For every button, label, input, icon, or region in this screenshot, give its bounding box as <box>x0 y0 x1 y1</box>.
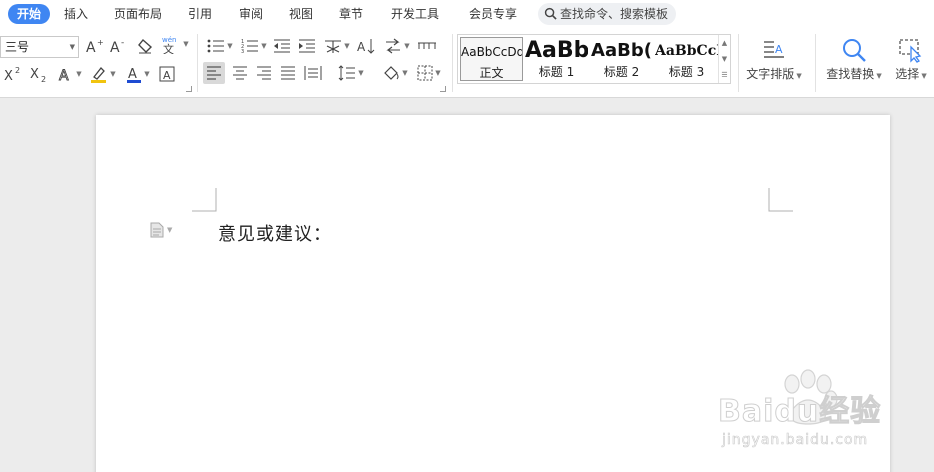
svg-text:X: X <box>30 67 39 82</box>
tab-stops-icon[interactable] <box>416 36 438 56</box>
style-name: 正文 <box>479 66 504 80</box>
paragraph-dialog-launcher[interactable] <box>440 86 446 92</box>
increase-indent-icon[interactable] <box>297 36 317 56</box>
svg-text:A: A <box>128 67 137 82</box>
svg-text:2: 2 <box>41 75 46 83</box>
style-normal[interactable]: AaBbCcDd 正文 <box>460 37 523 81</box>
style-name: 标题 2 <box>603 65 640 79</box>
shading-icon[interactable]: ▼ <box>380 63 410 83</box>
text-layout-button[interactable]: A 文字排版 ▼ <box>742 34 806 90</box>
distribute-icon[interactable] <box>303 63 323 83</box>
ribbon-separator <box>197 34 198 92</box>
command-search-label: 查找命令、搜索模板 <box>560 7 669 21</box>
bullet-list-icon[interactable]: ▼ <box>206 36 234 56</box>
select-button[interactable]: 选择 ▼ <box>890 34 932 90</box>
style-heading-2[interactable]: AaBb( 标题 2 <box>590 37 653 81</box>
chevron-down-icon[interactable]: ▼ <box>719 51 730 67</box>
gallery-scrollbar[interactable]: ▲ ▼ ☰ <box>718 35 730 83</box>
align-center-icon[interactable] <box>230 63 250 83</box>
select-label: 选择 <box>895 67 920 81</box>
text-effect-icon[interactable]: A ▼ <box>56 64 84 84</box>
font-dialog-launcher[interactable] <box>186 86 192 92</box>
style-sample: AaBb <box>525 38 588 63</box>
command-search[interactable]: 查找命令、搜索模板 <box>538 3 676 25</box>
char-border-icon[interactable]: A <box>158 64 176 84</box>
tab-member[interactable]: 会员专享 <box>463 4 523 24</box>
style-name: 标题 1 <box>538 65 575 79</box>
svg-text:A: A <box>59 68 69 82</box>
svg-text:文: 文 <box>163 42 174 54</box>
borders-icon[interactable]: ▼ <box>414 63 444 83</box>
chinese-layout-icon[interactable]: ▼ <box>322 36 352 56</box>
style-heading-1[interactable]: AaBb 标题 1 <box>525 37 588 81</box>
tab-chapter[interactable]: 章节 <box>333 4 369 24</box>
chevron-down-icon: ▼ <box>69 43 75 51</box>
tab-review[interactable]: 审阅 <box>233 4 269 24</box>
style-name: 标题 3 <box>668 65 705 79</box>
tab-home[interactable]: 开始 <box>8 4 51 24</box>
superscript-icon[interactable]: X2 <box>4 64 24 84</box>
align-left-icon[interactable] <box>203 62 225 84</box>
menu-tab-bar: 开始 插入 页面布局 引用 审阅 视图 章节 开发工具 会员专享 查找命令、搜索… <box>0 0 934 28</box>
phonetic-guide-icon[interactable]: wén 文 ▼ <box>160 34 190 54</box>
ribbon-separator <box>815 34 816 92</box>
clear-format-icon[interactable] <box>136 36 154 56</box>
crop-mark-top-right <box>768 188 793 212</box>
tab-page-layout[interactable]: 页面布局 <box>108 4 168 24</box>
sort-icon[interactable]: A <box>356 36 376 56</box>
watermark-url: jingyan.baidu.com <box>722 432 869 449</box>
search-icon <box>822 34 886 66</box>
styles-gallery: AaBbCcDd 正文 AaBb 标题 1 AaBb( 标题 2 AaBbCcI… <box>457 34 731 84</box>
shrink-font-icon[interactable]: A- <box>110 36 128 56</box>
style-sample: AaBb( <box>591 40 652 61</box>
grow-font-icon[interactable]: A + <box>86 36 104 56</box>
svg-text:3: 3 <box>241 49 244 54</box>
find-replace-button[interactable]: 查找替换 ▼ <box>822 34 886 90</box>
chevron-up-icon[interactable]: ▲ <box>719 35 730 51</box>
highlight-icon[interactable]: ▼ <box>88 64 118 84</box>
svg-text:A: A <box>163 69 171 82</box>
svg-text:A: A <box>86 40 96 54</box>
document-text-line[interactable]: 意见或建议： <box>218 220 332 246</box>
font-size-value: 三号 <box>5 40 30 54</box>
svg-text:A: A <box>775 43 783 56</box>
show-marks-icon[interactable]: ▼ <box>382 36 412 56</box>
font-size-select[interactable]: 三号 ▼ <box>0 36 79 58</box>
find-replace-label: 查找替换 <box>826 67 875 81</box>
svg-text:2: 2 <box>15 66 20 75</box>
style-sample: AaBbCcDd <box>461 45 522 59</box>
search-icon <box>544 7 557 20</box>
svg-text:A: A <box>357 40 366 54</box>
svg-text:+: + <box>97 38 104 47</box>
ribbon-separator <box>452 34 453 92</box>
text-layout-icon: A <box>742 34 806 66</box>
tab-insert[interactable]: 插入 <box>58 4 94 24</box>
document-icon <box>150 222 164 238</box>
svg-text:X: X <box>4 69 13 82</box>
ribbon: 三号 ▼ A + A- wén 文 ▼ X2 X2 A ▼ ▼ A ▼ A ▼ 1 2 3 ▼ <box>0 28 934 98</box>
ribbon-separator <box>738 34 739 92</box>
tab-references[interactable]: 引用 <box>182 4 218 24</box>
font-color-icon[interactable]: A ▼ <box>124 64 152 84</box>
watermark-brand: Baidu经验 <box>717 394 882 430</box>
more-icon[interactable]: ☰ <box>719 67 730 83</box>
numbered-list-icon[interactable]: 1 2 3 ▼ <box>240 36 268 56</box>
tab-developer[interactable]: 开发工具 <box>385 4 445 24</box>
style-heading-3[interactable]: AaBbCcI 标题 3 <box>655 37 718 81</box>
subscript-icon[interactable]: X2 <box>30 64 50 84</box>
decrease-indent-icon[interactable] <box>272 36 292 56</box>
paragraph-handle[interactable]: ▼ <box>150 222 172 238</box>
text-layout-label: 文字排版 <box>746 67 795 81</box>
line-spacing-icon[interactable]: ▼ <box>336 63 366 83</box>
chevron-down-icon: ▼ <box>167 226 173 234</box>
svg-text:A: A <box>110 40 120 54</box>
tab-view[interactable]: 视图 <box>283 4 319 24</box>
svg-text:-: - <box>121 38 124 48</box>
align-right-icon[interactable] <box>254 63 274 83</box>
crop-mark-top-left <box>192 188 217 212</box>
style-sample: AaBbCcI <box>655 43 718 59</box>
select-cursor-icon <box>890 34 932 66</box>
justify-icon[interactable] <box>278 63 298 83</box>
